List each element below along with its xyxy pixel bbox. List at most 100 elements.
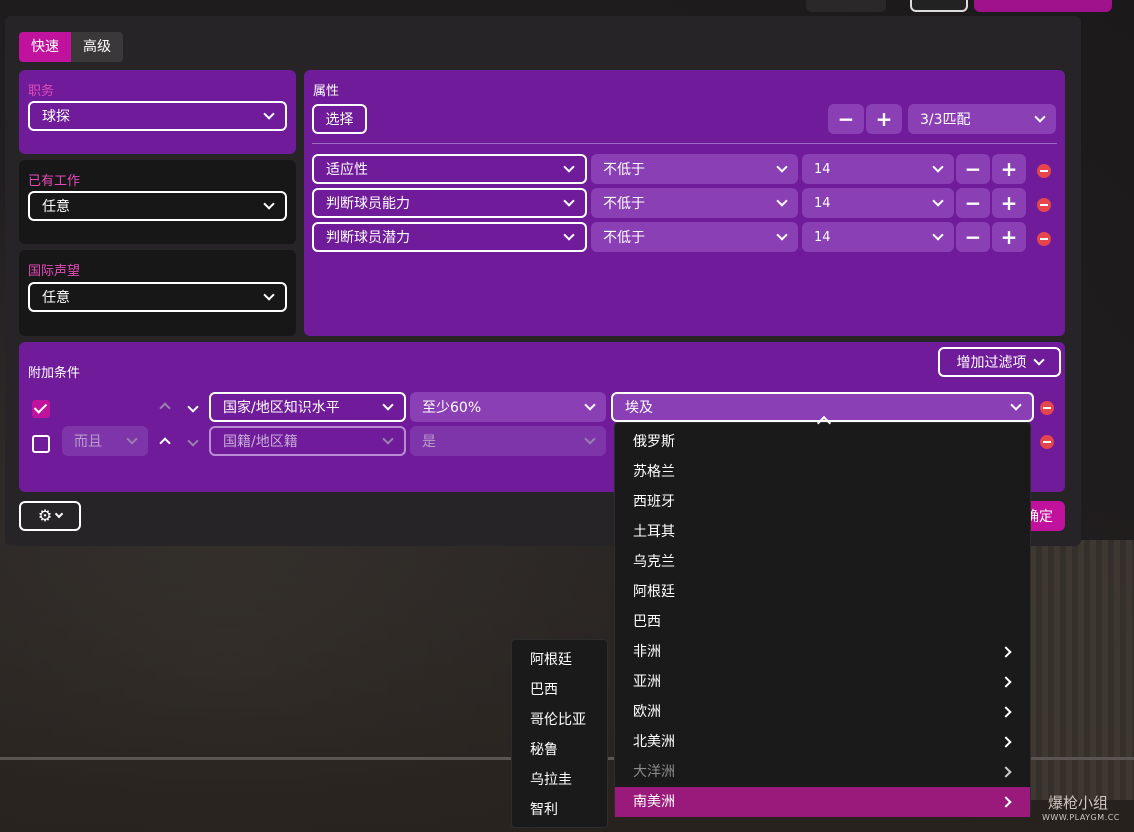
chevron-down-icon: [932, 229, 944, 241]
match-count-select[interactable]: 3/3匹配: [908, 104, 1056, 134]
watermark-subtext: WWW.PLAYGM.CC: [1042, 813, 1120, 822]
value-select-value: 14: [814, 195, 831, 211]
submenu-item[interactable]: 智利: [512, 795, 607, 825]
background-building: [1024, 540, 1134, 800]
match-decrease-button[interactable]: −: [828, 104, 864, 134]
value-increase-button[interactable]: +: [992, 154, 1026, 184]
select-attributes-button[interactable]: 选择: [312, 104, 367, 134]
plus-icon: +: [1000, 157, 1018, 181]
role-panel: 职务 球探: [19, 70, 296, 154]
chevron-down-icon: [563, 195, 575, 207]
menu-item-label: 西班牙: [633, 494, 675, 510]
add-filter-button[interactable]: 增加过滤项: [938, 347, 1061, 377]
move-down-button[interactable]: [186, 400, 200, 414]
value-select-value: 14: [814, 161, 831, 177]
move-up-button[interactable]: [158, 401, 172, 415]
menu-item[interactable]: 乌克兰: [615, 547, 1030, 577]
remove-row-icon[interactable]: [1037, 232, 1051, 246]
value-decrease-button[interactable]: −: [956, 154, 990, 184]
attribute-select[interactable]: 判断球员能力: [312, 188, 587, 218]
additional-conditions-label: 附加条件: [28, 366, 81, 381]
menu-item-label: 大洋洲: [633, 764, 675, 780]
menu-item[interactable]: 西班牙: [615, 487, 1030, 517]
condition-comparator-select[interactable]: 至少60%: [410, 392, 606, 422]
menu-item-submenu-active[interactable]: 南美洲: [615, 787, 1030, 817]
chevron-right-icon: [1000, 706, 1012, 718]
submenu-item-label: 巴西: [530, 682, 558, 698]
attribute-select[interactable]: 判断球员潜力: [312, 222, 587, 252]
menu-item-submenu[interactable]: 亚洲: [615, 667, 1030, 697]
move-down-button[interactable]: [186, 434, 200, 448]
value-decrease-button[interactable]: −: [956, 222, 990, 252]
condition-field-select[interactable]: 国籍/地区籍: [209, 426, 406, 456]
chevron-down-icon: [584, 399, 596, 411]
value-increase-button[interactable]: +: [992, 188, 1026, 218]
role-select-value: 球探: [42, 109, 70, 125]
menu-item[interactable]: 土耳其: [615, 517, 1030, 547]
menu-item[interactable]: 俄罗斯: [615, 427, 1030, 457]
role-select[interactable]: 球探: [28, 101, 287, 131]
remove-condition-icon[interactable]: [1040, 435, 1054, 449]
menu-item[interactable]: 阿根廷: [615, 577, 1030, 607]
menu-item-submenu[interactable]: 欧洲: [615, 697, 1030, 727]
current-job-select[interactable]: 任意: [28, 191, 287, 221]
menu-item[interactable]: 巴西: [615, 607, 1030, 637]
logic-select[interactable]: 而且: [62, 426, 148, 456]
value-select[interactable]: 14: [802, 222, 954, 252]
plus-icon: +: [1000, 191, 1018, 215]
value-select-value: 14: [814, 229, 831, 245]
chevron-right-icon: [1000, 646, 1012, 658]
chevron-down-icon: [776, 195, 788, 207]
comparator-select[interactable]: 不低于: [591, 222, 798, 252]
topbar-fragment: [974, 0, 1112, 12]
reputation-panel: 国际声望 任意: [19, 250, 296, 336]
comparator-select[interactable]: 不低于: [591, 154, 798, 184]
attributes-divider: [312, 143, 1057, 144]
minus-icon: −: [964, 191, 982, 215]
condition-checkbox[interactable]: [32, 435, 50, 453]
value-increase-button[interactable]: +: [992, 222, 1026, 252]
menu-item-submenu[interactable]: 北美洲: [615, 727, 1030, 757]
menu-item-submenu[interactable]: 非洲: [615, 637, 1030, 667]
chevron-down-icon: [1032, 354, 1045, 366]
submenu-item[interactable]: 秘鲁: [512, 735, 607, 765]
chevron-right-icon: [1000, 676, 1012, 688]
condition-checkbox[interactable]: [32, 400, 50, 418]
chevron-down-icon: [932, 161, 944, 173]
value-select[interactable]: 14: [802, 188, 954, 218]
submenu-item[interactable]: 巴西: [512, 675, 607, 705]
chevron-down-icon: [1010, 399, 1022, 411]
watermark-logo: 爆枪小组 WWW.PLAYGM.CC: [1012, 792, 1120, 822]
match-increase-button[interactable]: +: [866, 104, 902, 134]
comparator-select-value: 不低于: [603, 230, 645, 246]
current-job-panel: 已有工作 任意: [19, 160, 296, 244]
role-label: 职务: [28, 84, 55, 99]
menu-item[interactable]: 苏格兰: [615, 457, 1030, 487]
submenu-item-label: 秘鲁: [530, 742, 558, 758]
settings-menu-button[interactable]: ⚙: [19, 501, 81, 531]
value-select[interactable]: 14: [802, 154, 954, 184]
submenu-item[interactable]: 阿根廷: [512, 645, 607, 675]
attribute-select[interactable]: 适应性: [312, 154, 587, 184]
reputation-select[interactable]: 任意: [28, 282, 287, 312]
plus-icon: +: [1000, 225, 1018, 249]
tab-advanced[interactable]: 高级: [71, 32, 123, 62]
comparator-select[interactable]: 不低于: [591, 188, 798, 218]
submenu-item-label: 阿根廷: [530, 652, 572, 668]
remove-row-icon[interactable]: [1037, 164, 1051, 178]
value-decrease-button[interactable]: −: [956, 188, 990, 218]
remove-row-icon[interactable]: [1037, 198, 1051, 212]
reputation-label: 国际声望: [28, 264, 81, 279]
submenu-item[interactable]: 乌拉圭: [512, 765, 607, 795]
condition-field-select[interactable]: 国家/地区知识水平: [209, 392, 406, 422]
menu-item-submenu[interactable]: 大洋洲: [615, 757, 1030, 787]
condition-comparator-select[interactable]: 是: [410, 426, 606, 456]
tab-quick[interactable]: 快速: [19, 32, 71, 62]
remove-condition-icon[interactable]: [1040, 401, 1054, 415]
menu-item-label: 土耳其: [633, 524, 675, 540]
submenu-item[interactable]: 哥伦比亚: [512, 705, 607, 735]
move-up-button[interactable]: [158, 436, 172, 450]
current-job-label: 已有工作: [28, 174, 81, 189]
chevron-down-icon: [382, 399, 394, 411]
mode-tabs: 快速 高级: [19, 32, 123, 62]
